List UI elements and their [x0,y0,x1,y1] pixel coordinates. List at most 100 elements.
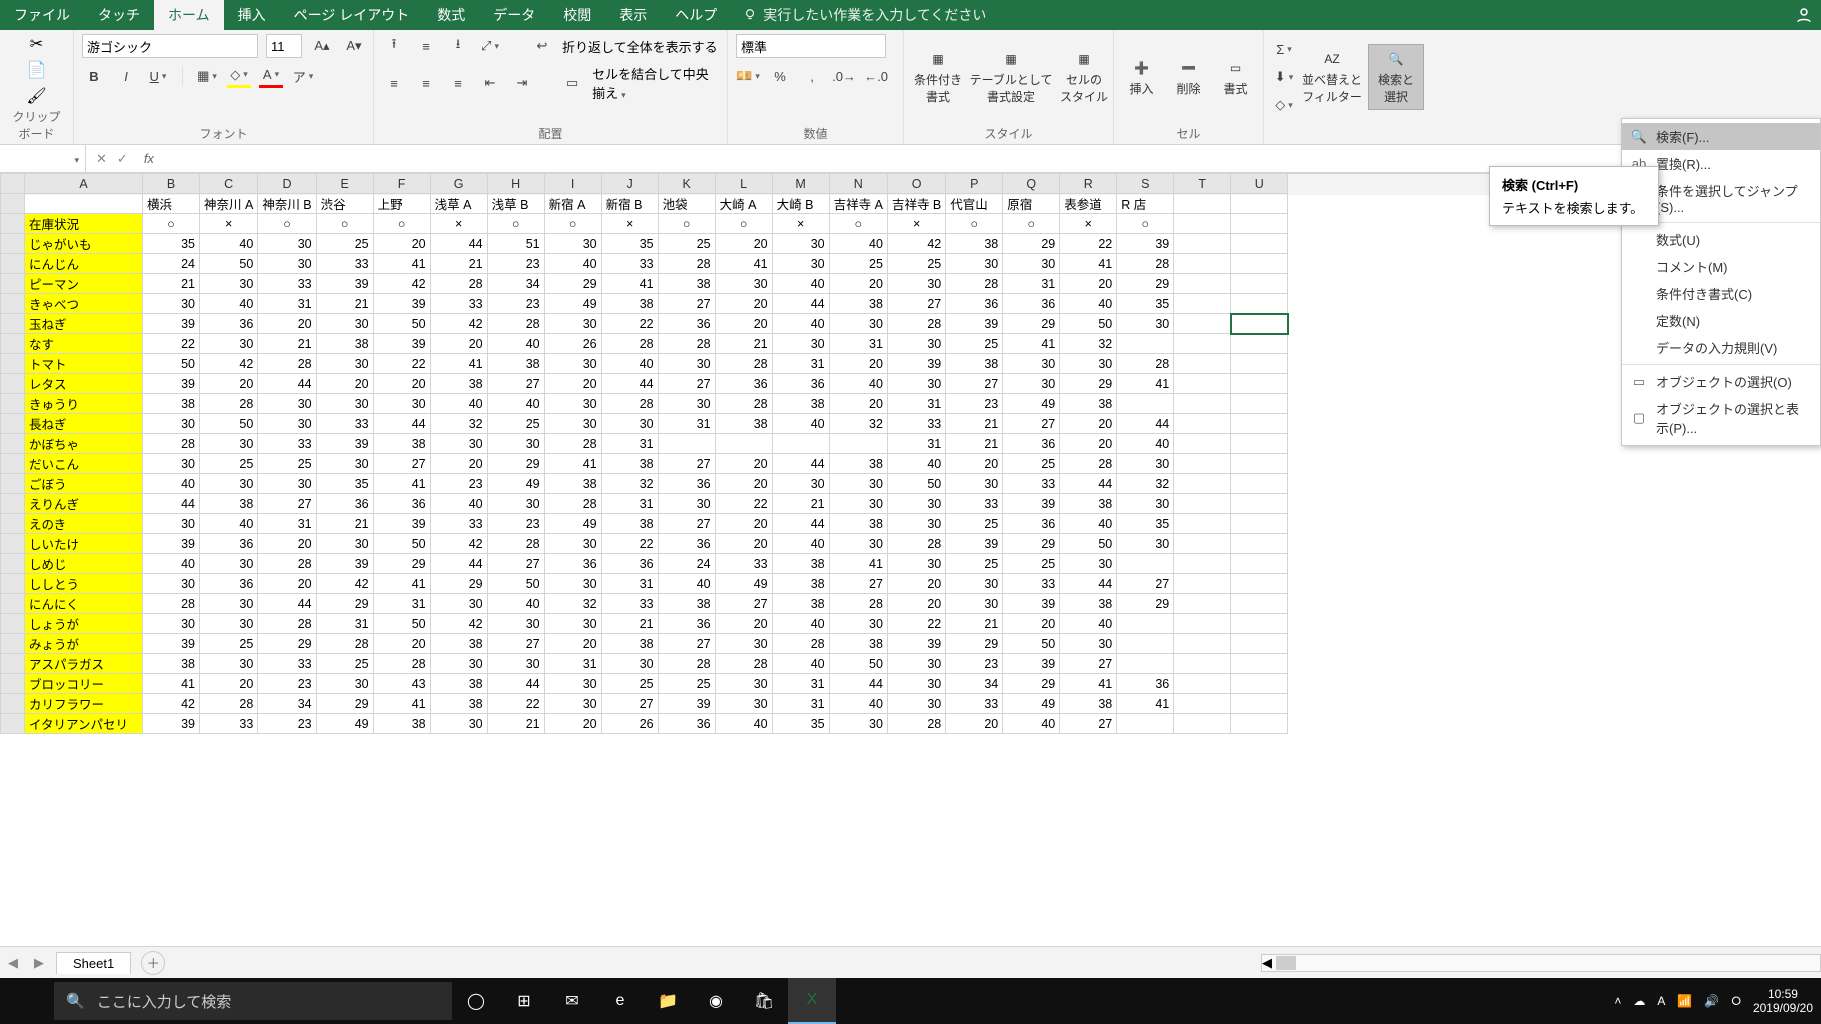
cell[interactable]: 30 [658,494,715,514]
cell[interactable]: 36 [1003,514,1060,534]
cell[interactable]: 33 [316,414,373,434]
cell[interactable]: 33 [258,434,316,454]
cell[interactable] [1117,614,1174,634]
cell[interactable]: 27 [1060,654,1117,674]
cell[interactable]: 40 [487,594,544,614]
cell[interactable] [1174,454,1231,474]
cell[interactable]: 30 [829,494,887,514]
cell[interactable]: 23 [487,294,544,314]
cell[interactable]: 38 [487,354,544,374]
cell[interactable]: 39 [143,314,200,334]
cell[interactable]: 神奈川 B [258,194,316,214]
cell[interactable]: 44 [258,594,316,614]
cell[interactable]: 29 [1003,534,1060,554]
cell[interactable]: 30 [258,474,316,494]
cell[interactable]: 30 [258,394,316,414]
cell[interactable]: 20 [1060,274,1117,294]
cell[interactable] [25,194,143,214]
cell[interactable]: 38 [946,354,1003,374]
cell[interactable]: ○ [715,214,772,234]
cell[interactable]: 22 [143,334,200,354]
cell[interactable]: 21 [946,614,1003,634]
cell[interactable]: 31 [316,614,373,634]
cell[interactable] [1174,554,1231,574]
cell[interactable]: 25 [887,254,945,274]
cell[interactable]: 20 [715,234,772,254]
cell[interactable]: 38 [1060,694,1117,714]
cell[interactable]: 28 [373,654,430,674]
align-right-icon[interactable]: ≡ [446,71,470,95]
cell[interactable] [1231,394,1288,414]
cell[interactable]: にんじん [25,254,143,274]
cell[interactable]: 39 [946,534,1003,554]
cell[interactable]: 大崎 B [772,194,829,214]
cell[interactable] [772,434,829,454]
col-header[interactable]: S [1117,174,1174,194]
cell[interactable]: じゃがいも [25,234,143,254]
row-header[interactable] [1,354,25,374]
row-header[interactable] [1,514,25,534]
row-header[interactable] [1,414,25,434]
cell[interactable]: 在庫状況 [25,214,143,234]
cell[interactable]: 30 [772,234,829,254]
col-header[interactable]: I [544,174,601,194]
cell[interactable]: 41 [373,254,430,274]
cell[interactable]: 28 [772,634,829,654]
cell[interactable]: 38 [829,454,887,474]
cell[interactable] [1174,534,1231,554]
delete-cells-button[interactable]: ➖削除 [1169,54,1208,101]
cell[interactable]: 25 [946,554,1003,574]
cell[interactable]: 20 [258,534,316,554]
fx-icon[interactable]: fx [138,151,160,166]
cell[interactable] [1174,574,1231,594]
cell[interactable]: 38 [373,714,430,734]
cell[interactable] [1231,214,1288,234]
cell[interactable]: 27 [946,374,1003,394]
cell[interactable]: 21 [316,514,373,534]
menu-item[interactable]: 数式(U) [1622,226,1820,253]
cell[interactable]: 30 [658,394,715,414]
cell[interactable]: 44 [829,674,887,694]
cell[interactable]: 38 [601,294,658,314]
cell[interactable]: 31 [772,694,829,714]
cell[interactable]: 49 [316,714,373,734]
cell[interactable] [1174,514,1231,534]
row-header[interactable] [1,674,25,694]
cell[interactable]: 代官山 [946,194,1003,214]
cell[interactable]: 41 [373,694,430,714]
cell[interactable]: 32 [601,474,658,494]
cell[interactable]: 50 [1060,534,1117,554]
cell[interactable]: 39 [887,354,945,374]
cell[interactable]: 39 [373,334,430,354]
cell[interactable]: 30 [658,354,715,374]
cell[interactable] [1174,274,1231,294]
cell[interactable]: 33 [1003,474,1060,494]
cell[interactable]: 39 [143,634,200,654]
cut-icon[interactable]: ✂ [27,34,47,54]
cell[interactable]: 49 [544,294,601,314]
cell[interactable]: 上野 [373,194,430,214]
cell[interactable]: 36 [601,554,658,574]
cell[interactable]: 30 [601,654,658,674]
cell[interactable]: 30 [544,574,601,594]
tab-home[interactable]: ホーム [154,0,224,30]
cell[interactable]: 20 [946,454,1003,474]
cell[interactable]: 30 [143,294,200,314]
cell[interactable]: 41 [829,554,887,574]
cell[interactable]: 38 [772,594,829,614]
cell[interactable]: ○ [258,214,316,234]
cell[interactable]: 23 [487,254,544,274]
cell[interactable]: 30 [1003,374,1060,394]
font-size[interactable] [266,34,302,58]
cell[interactable]: 38 [430,694,487,714]
cell[interactable]: 25 [316,654,373,674]
cell[interactable]: 44 [143,494,200,514]
cell[interactable]: 30 [316,394,373,414]
cell[interactable]: 31 [258,294,316,314]
tab-data[interactable]: データ [479,0,549,30]
decrease-font-icon[interactable]: A▾ [342,34,366,58]
cell[interactable]: 36 [658,314,715,334]
cell[interactable]: 42 [143,694,200,714]
cell[interactable]: 40 [143,554,200,574]
cell[interactable] [1174,374,1231,394]
